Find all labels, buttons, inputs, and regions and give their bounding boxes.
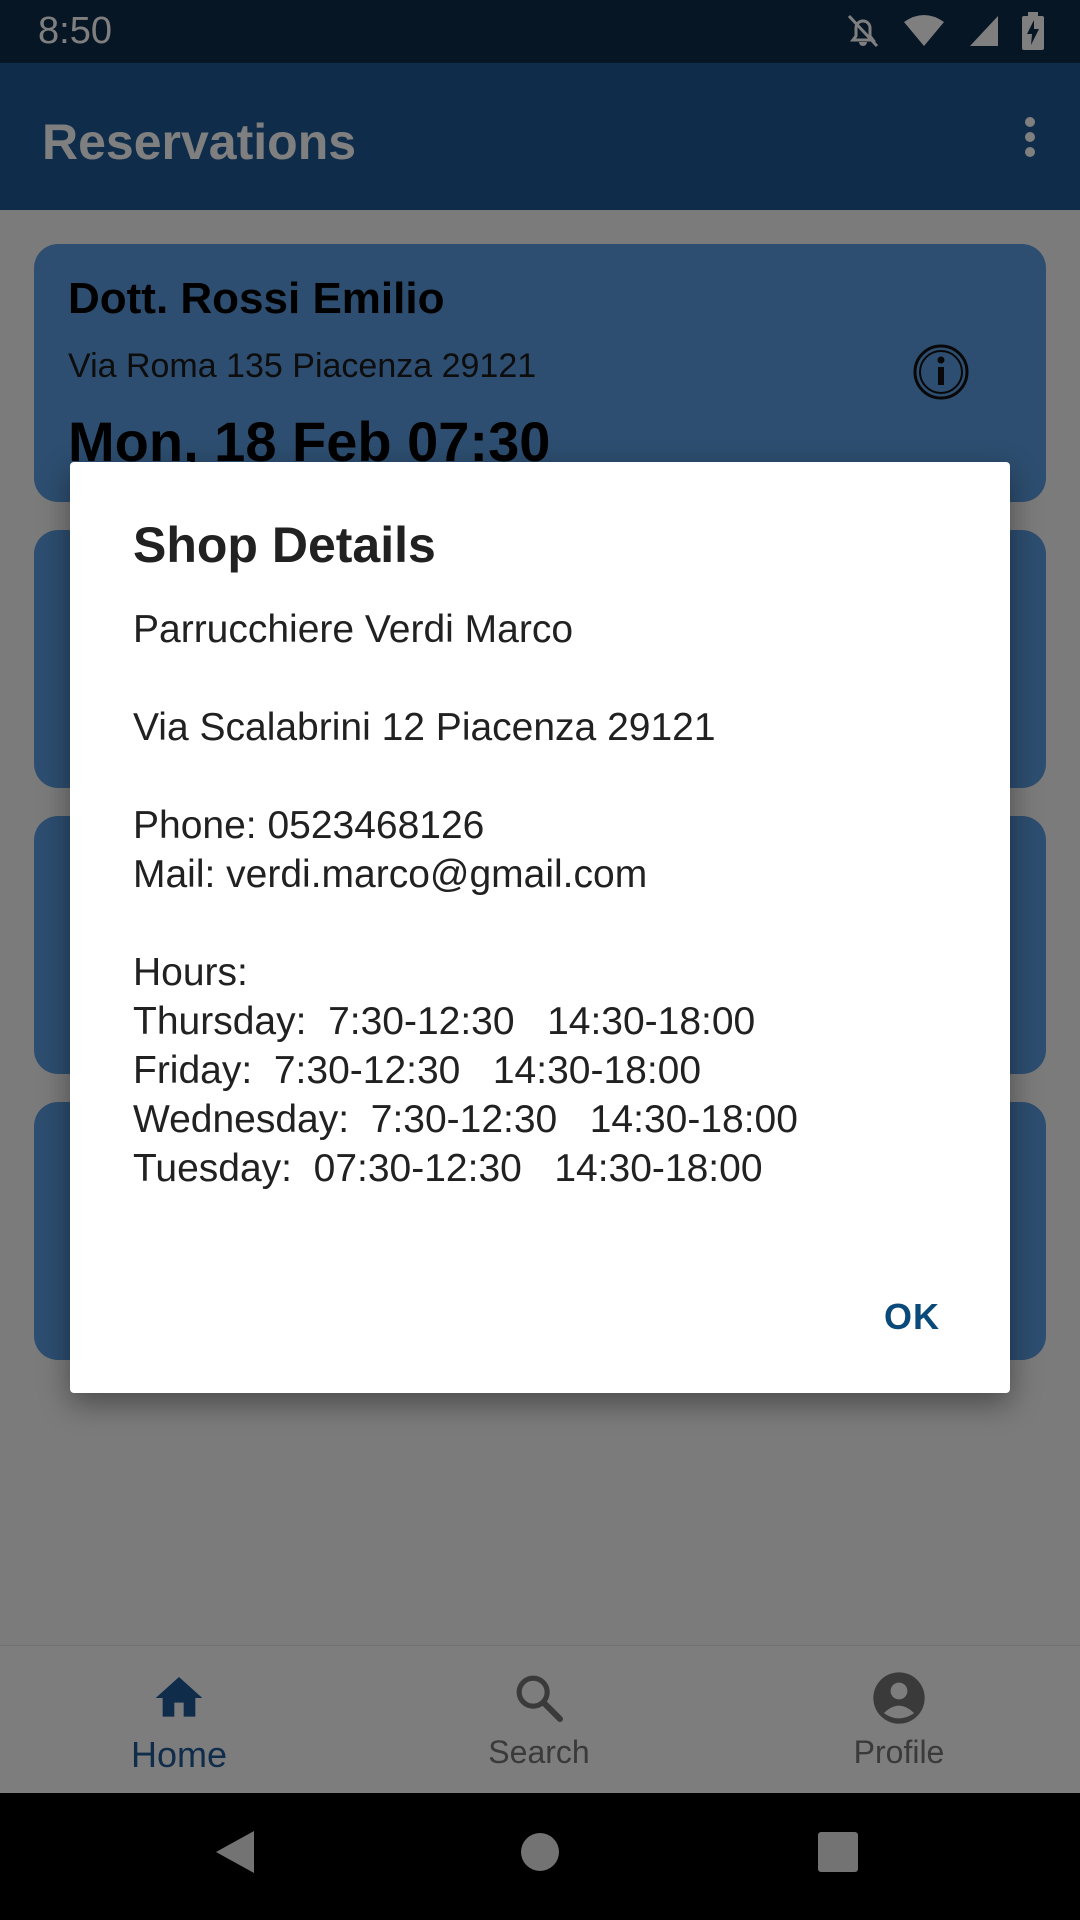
shop-name: Parrucchiere Verdi Marco xyxy=(133,608,574,651)
shop-mail: Mail: verdi.marco@gmail.com xyxy=(133,853,648,896)
shop-details-dialog: Shop Details Parrucchiere Verdi Marco Vi… xyxy=(70,462,1010,1393)
hours-label: Hours: xyxy=(133,951,248,994)
shop-address: Via Scalabrini 12 Piacenza 29121 xyxy=(133,706,716,749)
hours-line: Thursday: 7:30-12:30 14:30-18:00 xyxy=(133,1000,756,1043)
hours-line: Friday: 7:30-12:30 14:30-18:00 xyxy=(133,1049,702,1092)
hours-line: Tuesday: 07:30-12:30 14:30-18:00 xyxy=(133,1147,763,1190)
screen: 8:50 xyxy=(0,0,1080,1920)
ok-button[interactable]: OK xyxy=(884,1296,940,1338)
shop-phone: Phone: 0523468126 xyxy=(133,804,485,847)
dialog-body: Parrucchiere Verdi Marco Via Scalabrini … xyxy=(133,605,973,1193)
hours-line: Wednesday: 7:30-12:30 14:30-18:00 xyxy=(133,1098,798,1141)
dialog-title: Shop Details xyxy=(133,517,436,573)
